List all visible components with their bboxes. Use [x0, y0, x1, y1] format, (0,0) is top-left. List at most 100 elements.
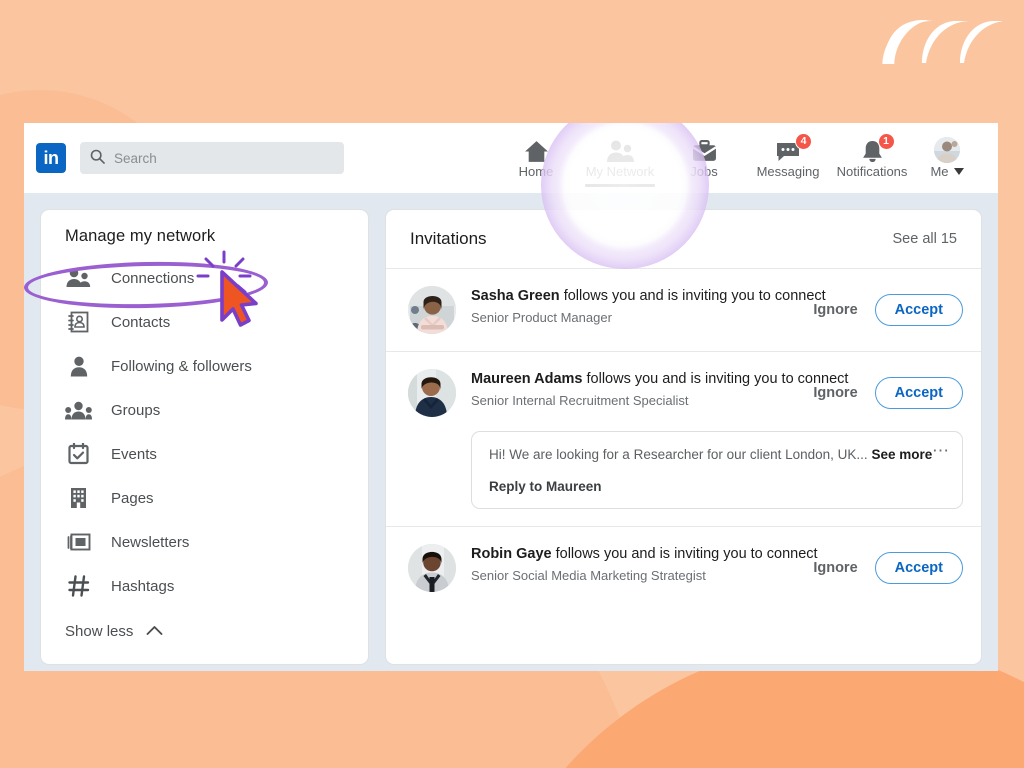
- invitation-line: Maureen Adams follows you and is invitin…: [471, 370, 796, 389]
- nav-item-my-network[interactable]: My Network: [578, 123, 662, 193]
- ignore-button[interactable]: Ignore: [811, 298, 859, 322]
- sidebar-label-pages: Pages: [111, 490, 154, 507]
- sidebar-item-pages[interactable]: Pages: [41, 476, 368, 520]
- invitation-headline: Senior Social Media Marketing Strategist: [471, 567, 796, 584]
- invitation-headline: Senior Internal Recruitment Specialist: [471, 392, 796, 409]
- manage-network-card: Manage my network Connections: [40, 209, 369, 665]
- search-icon: [90, 149, 105, 167]
- sasha-green-avatar[interactable]: [408, 286, 456, 334]
- message-bubble-icon: 4: [775, 137, 801, 163]
- nav-item-home[interactable]: Home: [494, 123, 578, 193]
- sidebar-label-contacts: Contacts: [111, 314, 170, 331]
- bell-icon: 1: [861, 137, 884, 163]
- search-box[interactable]: [80, 142, 344, 174]
- invitation-actions: Ignore Accept: [811, 377, 963, 409]
- calendar-check-icon: [65, 442, 92, 466]
- sidebar-item-events[interactable]: Events: [41, 432, 368, 476]
- reply-link[interactable]: Reply to Maureen: [489, 479, 946, 494]
- show-less-label: Show less: [65, 623, 133, 640]
- search-input[interactable]: [114, 151, 334, 166]
- show-less-button[interactable]: Show less: [41, 610, 368, 652]
- nav-item-me[interactable]: Me: [914, 123, 980, 193]
- notifications-badge: 1: [878, 133, 895, 150]
- invitation-row-sasha-green: Sasha Green follows you and is inviting …: [386, 269, 981, 352]
- nav-label-my-network: My Network: [586, 164, 655, 180]
- newspaper-icon: [65, 530, 92, 554]
- sidebar-item-contacts[interactable]: Contacts: [41, 300, 368, 344]
- nav-label-messaging: Messaging: [757, 164, 820, 180]
- sidebar-item-connections[interactable]: Connections: [41, 256, 368, 300]
- invitation-name[interactable]: Sasha Green: [471, 288, 560, 304]
- global-navigation-bar: in Home: [24, 123, 998, 193]
- me-avatar: [934, 137, 960, 163]
- chevron-up-icon: [146, 623, 163, 639]
- message-preview: Hi! We are looking for a Researcher for …: [489, 446, 946, 464]
- invitation-line: Robin Gaye follows you and is inviting y…: [471, 545, 796, 564]
- ignore-button[interactable]: Ignore: [811, 556, 859, 580]
- see-more-link[interactable]: See more: [871, 447, 932, 462]
- group-icon: [65, 398, 92, 422]
- nav-item-messaging[interactable]: 4 Messaging: [746, 123, 830, 193]
- nav-item-jobs[interactable]: Jobs: [662, 123, 746, 193]
- invitations-header: Invitations See all 15: [386, 210, 981, 269]
- invitation-action: follows you and is inviting you to conne…: [587, 371, 849, 387]
- nav-item-notifications[interactable]: 1 Notifications: [830, 123, 914, 193]
- invitation-name[interactable]: Maureen Adams: [471, 371, 582, 387]
- sidebar-label-newsletters: Newsletters: [111, 534, 189, 551]
- see-all-link[interactable]: See all 15: [893, 231, 958, 247]
- invitation-name[interactable]: Robin Gaye: [471, 546, 552, 562]
- invitation-message-box: Hi! We are looking for a Researcher for …: [471, 431, 963, 509]
- avatar-icon: [934, 137, 960, 163]
- linkedin-app-window: in Home: [24, 123, 998, 671]
- invitation-text: Robin Gaye follows you and is inviting y…: [471, 544, 796, 584]
- contact-card-icon: [65, 310, 92, 334]
- invitation-main: Robin Gaye follows you and is inviting y…: [408, 544, 963, 592]
- messaging-badge: 4: [795, 133, 812, 150]
- sidebar-item-newsletters[interactable]: Newsletters: [41, 520, 368, 564]
- sidebar-label-groups: Groups: [111, 402, 160, 419]
- sidebar-label-following-followers: Following & followers: [111, 358, 252, 375]
- people-icon: [606, 137, 634, 163]
- robin-gaye-avatar[interactable]: [408, 544, 456, 592]
- nav-label-home: Home: [519, 164, 554, 180]
- ellipsis-icon[interactable]: ⋯: [932, 443, 950, 459]
- sidebar-item-groups[interactable]: Groups: [41, 388, 368, 432]
- invitation-main: Maureen Adams follows you and is invitin…: [408, 369, 963, 417]
- people-pair-icon: [65, 266, 92, 290]
- nav-label-jobs: Jobs: [690, 164, 717, 180]
- invitation-row-maureen-adams: Maureen Adams follows you and is invitin…: [386, 352, 981, 527]
- sidebar-label-events: Events: [111, 446, 157, 463]
- invitation-headline: Senior Product Manager: [471, 309, 796, 326]
- sidebar-item-following-followers[interactable]: Following & followers: [41, 344, 368, 388]
- ignore-button[interactable]: Ignore: [811, 381, 859, 405]
- hashtag-icon: [65, 574, 92, 598]
- nav-items: Home My Network: [494, 123, 980, 193]
- nav-label-me: Me: [930, 164, 948, 180]
- home-icon: [524, 137, 549, 163]
- invitation-text: Sasha Green follows you and is inviting …: [471, 286, 796, 326]
- invitation-main: Sasha Green follows you and is inviting …: [408, 286, 963, 334]
- person-icon: [65, 354, 92, 378]
- three-slash-logo: [882, 16, 1002, 68]
- invitation-text: Maureen Adams follows you and is invitin…: [471, 369, 796, 409]
- invitation-row-robin-gaye: Robin Gaye follows you and is inviting y…: [386, 527, 981, 609]
- invitations-title: Invitations: [410, 229, 487, 249]
- invitation-action: follows you and is inviting you to conne…: [556, 546, 818, 562]
- briefcase-icon: [692, 137, 717, 163]
- invitations-card: Invitations See all 15: [385, 209, 982, 665]
- building-icon: [65, 486, 92, 510]
- invitation-action: follows you and is inviting you to conne…: [564, 288, 826, 304]
- chevron-down-icon[interactable]: [954, 168, 964, 175]
- message-preview-text: Hi! We are looking for a Researcher for …: [489, 447, 868, 462]
- invitation-actions: Ignore Accept: [811, 552, 963, 584]
- accept-button[interactable]: Accept: [875, 552, 963, 584]
- maureen-adams-avatar[interactable]: [408, 369, 456, 417]
- accept-button[interactable]: Accept: [875, 294, 963, 326]
- page-body: Manage my network Connections: [24, 193, 998, 671]
- sidebar-item-hashtags[interactable]: Hashtags: [41, 564, 368, 608]
- linkedin-logo[interactable]: in: [36, 143, 66, 173]
- accept-button[interactable]: Accept: [875, 377, 963, 409]
- nav-label-notifications: Notifications: [837, 164, 908, 180]
- invitation-line: Sasha Green follows you and is inviting …: [471, 287, 796, 306]
- me-row: Me: [930, 164, 963, 180]
